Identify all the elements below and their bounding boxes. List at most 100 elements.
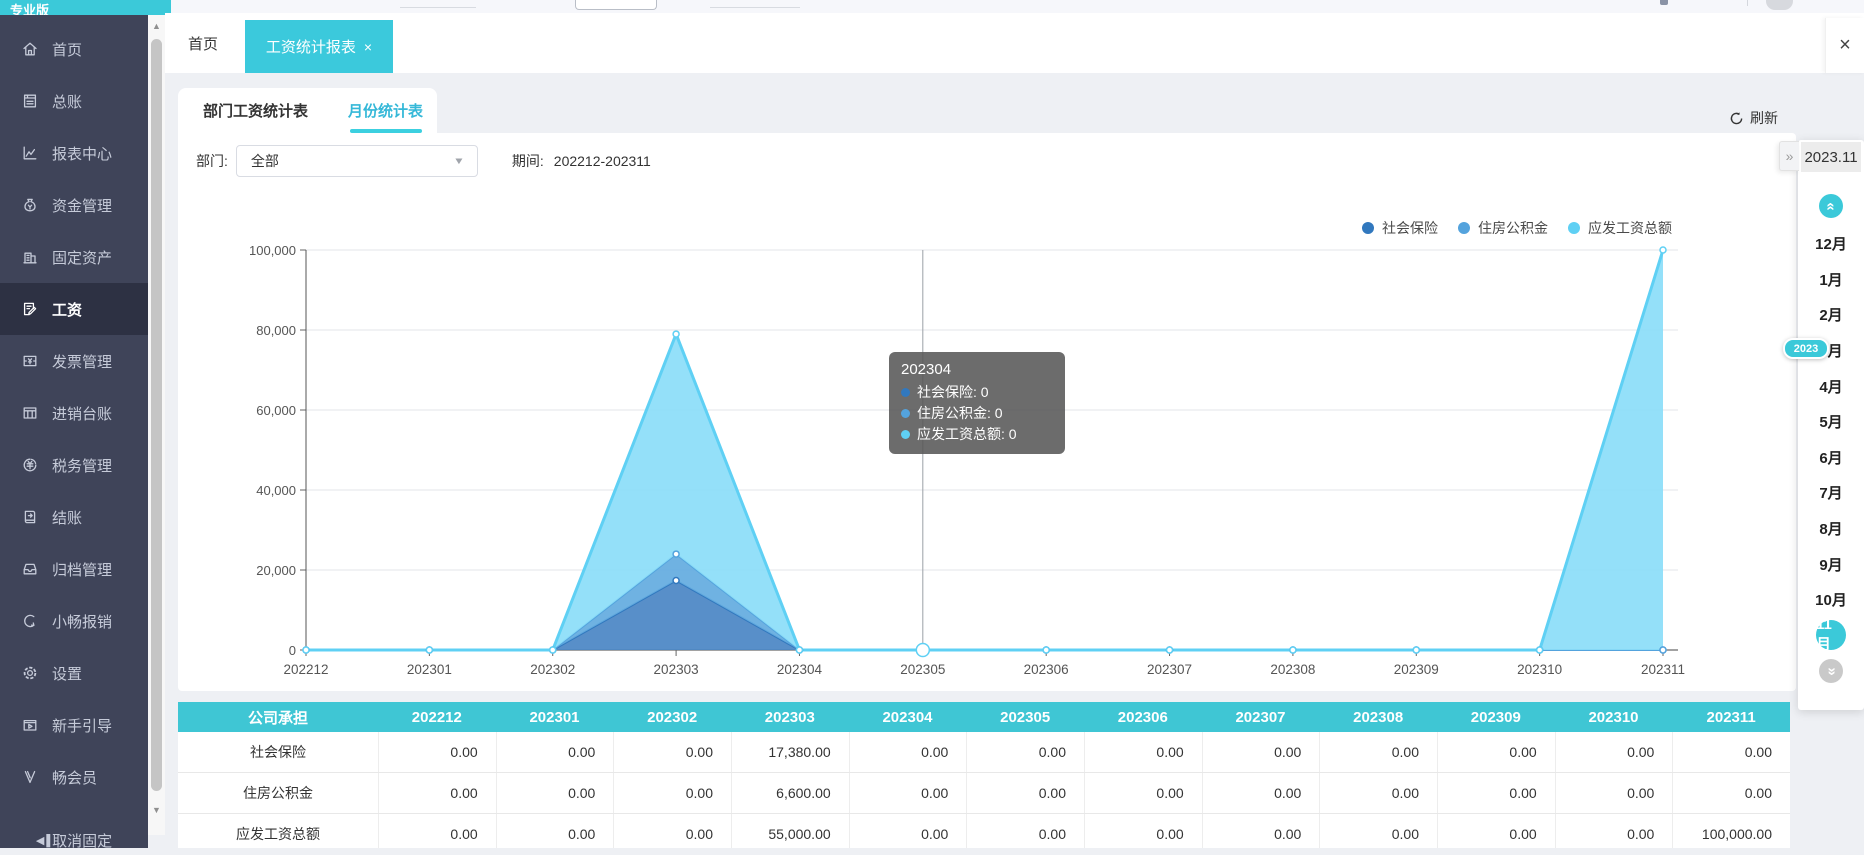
guide-icon xyxy=(21,716,39,734)
sidebar-item-工资[interactable]: 工资 xyxy=(0,283,148,335)
sidebar-item-小畅报销[interactable]: 小畅报销 xyxy=(0,595,148,647)
sidebar-unpin-button[interactable]: ◀▐ 取消固定 xyxy=(0,825,148,855)
month-item-4月[interactable]: 4月 xyxy=(1798,368,1864,404)
period-filter-label: 期间: xyxy=(512,151,544,171)
scroll-months-up-button[interactable]: « xyxy=(1819,194,1843,218)
tab-salary-report[interactable]: 工资统计报表 × xyxy=(245,20,393,73)
table-value-cell: 0.00 xyxy=(849,732,967,772)
month-item-11月[interactable]: 11月 xyxy=(1798,618,1864,654)
table-value-cell: 17,380.00 xyxy=(731,732,849,772)
table-value-cell: 0.00 xyxy=(1202,732,1320,772)
sidebar-item-固定资产[interactable]: 固定资产 xyxy=(0,231,148,283)
table-value-cell: 0.00 xyxy=(378,814,496,848)
sidebar-item-label: 进销台账 xyxy=(52,403,112,424)
sidebar-item-畅会员[interactable]: 畅会员 xyxy=(0,751,148,803)
department-select[interactable]: 全部 ▼ xyxy=(236,145,478,177)
chevrons-right-icon: » xyxy=(1786,148,1794,164)
table-value-cell: 0.00 xyxy=(849,773,967,813)
sidebar-item-进销台账[interactable]: 进销台账 xyxy=(0,387,148,439)
tax-icon xyxy=(21,456,39,474)
sidebar-item-总账[interactable]: 总账 xyxy=(0,75,148,127)
table-value-cell: 0.00 xyxy=(1672,732,1790,772)
salary-area-chart[interactable]: 020,00040,00060,00080,000100,00020221220… xyxy=(178,133,1796,691)
sidebar-item-label: 首页 xyxy=(52,39,82,60)
scrollbar-down-arrow-icon[interactable]: ▼ xyxy=(148,803,165,817)
toolbar-divider xyxy=(1747,0,1748,6)
svg-text:40,000: 40,000 xyxy=(256,483,296,498)
month-item-10月[interactable]: 10月 xyxy=(1798,582,1864,618)
svg-text:202302: 202302 xyxy=(530,662,575,677)
window-close-button[interactable]: × xyxy=(1825,18,1864,73)
sidebar-scrollbar[interactable]: ▲ ▼ xyxy=(148,15,165,835)
legend-item-住房公积金[interactable]: 住房公积金 xyxy=(1458,218,1548,238)
legend-dot-icon xyxy=(1458,222,1470,234)
tab-home[interactable]: 首页 xyxy=(188,13,218,73)
month-item-8月[interactable]: 8月 xyxy=(1798,511,1864,547)
sidebar-item-发票管理[interactable]: 发票管理 xyxy=(0,335,148,387)
sidebar-item-结账[interactable]: 结账 xyxy=(0,491,148,543)
table-value-cell: 6,600.00 xyxy=(731,773,849,813)
legend-item-应发工资总额[interactable]: 应发工资总额 xyxy=(1568,218,1672,238)
table-header-cell: 202307 xyxy=(1202,702,1320,732)
avatar xyxy=(1766,0,1793,10)
ledger-icon xyxy=(21,92,39,110)
sidebar-item-新手引导[interactable]: 新手引导 xyxy=(0,699,148,751)
table-value-cell: 0.00 xyxy=(1555,732,1673,772)
panel-collapse-handle[interactable]: » xyxy=(1779,141,1799,171)
refresh-button[interactable]: 刷新 xyxy=(1729,108,1778,128)
company-burden-table: 公司承担202212202301202302202303202304202305… xyxy=(178,702,1790,848)
table-row-社会保险: 社会保险0.000.000.0017,380.000.000.000.000.0… xyxy=(178,732,1790,773)
scrollbar-thumb[interactable] xyxy=(151,39,162,791)
month-item-12月[interactable]: 12月 xyxy=(1798,226,1864,262)
tab-department-salary[interactable]: 部门工资统计表 xyxy=(203,100,308,121)
legend-item-社会保险[interactable]: 社会保险 xyxy=(1362,218,1438,238)
tab-close-icon[interactable]: × xyxy=(364,39,372,55)
table-value-cell: 0.00 xyxy=(966,773,1084,813)
svg-text:202311: 202311 xyxy=(1641,662,1685,677)
svg-text:202305: 202305 xyxy=(900,662,945,677)
table-value-cell: 100,000.00 xyxy=(1672,814,1790,848)
month-item-2月[interactable]: 2月 xyxy=(1798,297,1864,333)
svg-text:202212: 202212 xyxy=(283,662,328,677)
month-item-5月[interactable]: 5月 xyxy=(1798,404,1864,440)
svg-text:202301: 202301 xyxy=(407,662,452,677)
sidebar-item-label: 设置 xyxy=(52,663,82,684)
chart-card: 020,00040,00060,00080,000100,00020221220… xyxy=(178,133,1796,691)
sidebar-item-label: 总账 xyxy=(52,91,82,112)
month-item-7月[interactable]: 7月 xyxy=(1798,475,1864,511)
table-value-cell: 0.00 xyxy=(1202,773,1320,813)
unpin-label: 取消固定 xyxy=(52,830,112,851)
svg-text:202309: 202309 xyxy=(1394,662,1439,677)
month-item-9月[interactable]: 9月 xyxy=(1798,546,1864,582)
top-toolbar-strip xyxy=(0,0,1864,13)
sidebar-item-label: 资金管理 xyxy=(52,195,112,216)
sidebar-item-归档管理[interactable]: 归档管理 xyxy=(0,543,148,595)
table-value-cell: 0.00 xyxy=(378,773,496,813)
table-header-row: 公司承担202212202301202302202303202304202305… xyxy=(178,702,1790,732)
month-item-1月[interactable]: 1月 xyxy=(1798,262,1864,298)
closing-icon xyxy=(21,508,39,526)
sidebar-item-label: 畅会员 xyxy=(52,767,97,788)
legend-label: 社会保险 xyxy=(1382,218,1438,238)
table-header-cell: 202212 xyxy=(378,702,496,732)
scroll-months-down-button[interactable]: « xyxy=(1819,659,1843,683)
sidebar-item-税务管理[interactable]: 税务管理 xyxy=(0,439,148,491)
subtab-card: 部门工资统计表 月份统计表 xyxy=(178,88,437,133)
sidebar-item-设置[interactable]: 设置 xyxy=(0,647,148,699)
month-list: 2023 12月1月2月3月4月5月6月7月8月9月10月11月 xyxy=(1798,226,1864,653)
member-icon xyxy=(21,768,39,786)
month-item-6月[interactable]: 6月 xyxy=(1798,440,1864,476)
sidebar-item-label: 发票管理 xyxy=(52,351,112,372)
sidebar-item-资金管理[interactable]: 资金管理 xyxy=(0,179,148,231)
scrollbar-up-arrow-icon[interactable]: ▲ xyxy=(148,19,165,33)
table-header-cell: 202302 xyxy=(613,702,731,732)
archive-icon xyxy=(21,560,39,578)
sidebar-item-首页[interactable]: 首页 xyxy=(0,23,148,75)
table-value-cell: 0.00 xyxy=(1319,773,1437,813)
row-label: 社会保险 xyxy=(178,732,378,772)
tab-monthly-stats[interactable]: 月份统计表 xyxy=(348,100,423,121)
legend-dot-icon xyxy=(1362,222,1374,234)
sidebar-item-报表中心[interactable]: 报表中心 xyxy=(0,127,148,179)
table-row-住房公积金: 住房公积金0.000.000.006,600.000.000.000.000.0… xyxy=(178,773,1790,814)
table-value-cell: 0.00 xyxy=(1672,773,1790,813)
